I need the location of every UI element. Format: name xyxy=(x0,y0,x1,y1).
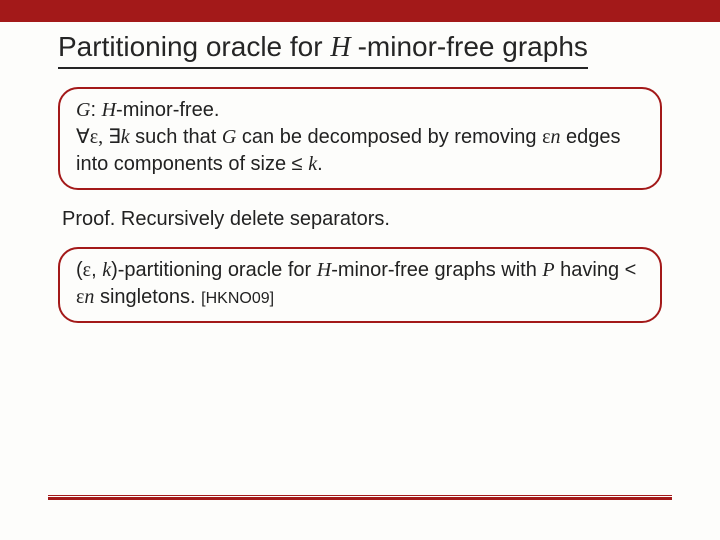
txt: can be decomposed by removing xyxy=(236,126,542,148)
eps-sym2: ε xyxy=(542,126,550,148)
content-area: Partitioning oracle for H -minor-free gr… xyxy=(0,22,720,323)
txt: -minor-free. xyxy=(116,99,219,121)
txt: . xyxy=(317,153,323,175)
footer-rule xyxy=(48,495,672,500)
title-H: H xyxy=(330,32,357,63)
txt: : xyxy=(90,99,101,121)
slide-title: Partitioning oracle for H -minor-free gr… xyxy=(58,30,588,69)
txt: singletons. xyxy=(94,286,201,308)
result-box: (ε, k)-partitioning oracle for H-minor-f… xyxy=(58,247,662,323)
eps-sym: ε, xyxy=(90,126,108,148)
txt: having < xyxy=(555,259,637,281)
title-text-pre: Partitioning oracle for xyxy=(58,31,330,62)
sym-G2: G xyxy=(222,126,236,148)
theorem-line-1: G: H-minor-free. xyxy=(76,97,644,124)
sym-P: P xyxy=(542,259,554,281)
sym-H: H xyxy=(102,99,116,121)
txt: such that xyxy=(130,126,222,148)
citation: [HKNO09] xyxy=(201,290,274,307)
accent-bar xyxy=(0,0,720,22)
sym-n2: n xyxy=(84,286,94,308)
sym-k2: k xyxy=(308,153,317,175)
eps-sym3: ε xyxy=(83,259,91,281)
txt: -minor-free graphs with xyxy=(331,259,542,281)
txt: , xyxy=(91,259,102,281)
theorem-line-2: ∀ε, ∃k such that G can be decomposed by … xyxy=(76,124,644,178)
txt: ( xyxy=(76,259,83,281)
sym-H2: H xyxy=(317,259,331,281)
theorem-box: G: H-minor-free. ∀ε, ∃k such that G can … xyxy=(58,87,662,190)
slide: Partitioning oracle for H -minor-free gr… xyxy=(0,0,720,540)
sym-k: k xyxy=(121,126,130,148)
forall-sym: ∀ xyxy=(76,126,90,148)
sym-k3: k xyxy=(102,259,111,281)
sym-n: n xyxy=(551,126,561,148)
sym-G: G xyxy=(76,99,90,121)
title-text-post: -minor-free graphs xyxy=(358,31,588,62)
result-line: (ε, k)-partitioning oracle for H-minor-f… xyxy=(76,257,644,311)
txt: )-partitioning oracle for xyxy=(111,259,317,281)
exists-sym: ∃ xyxy=(108,126,121,148)
proof-line: Proof. Recursively delete separators. xyxy=(58,202,662,247)
